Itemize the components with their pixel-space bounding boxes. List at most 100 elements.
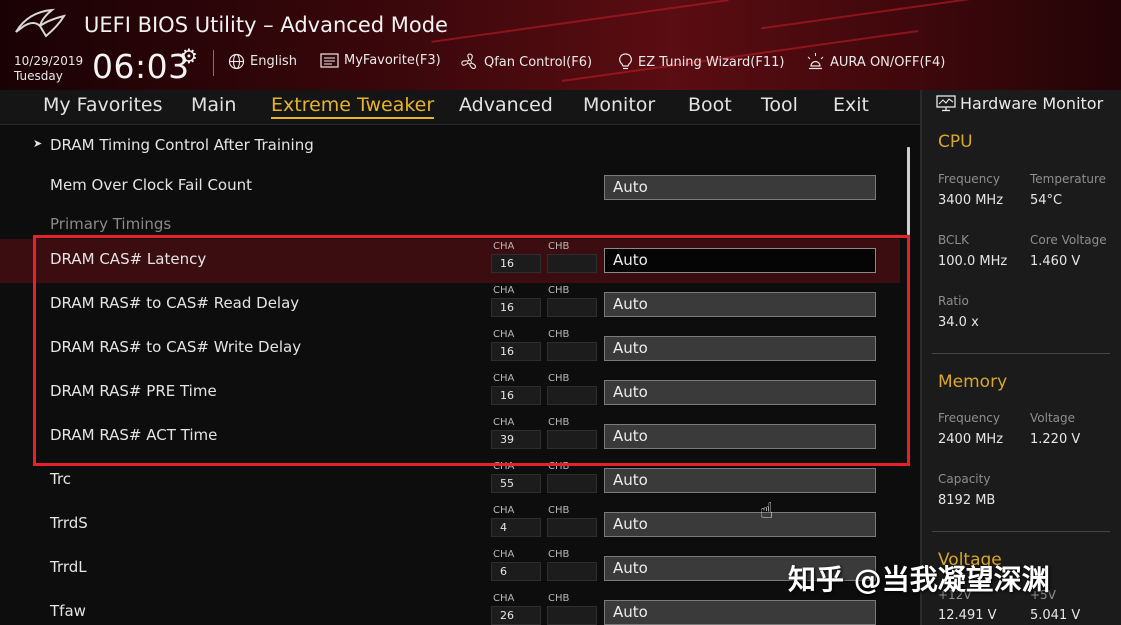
myfavorite-button[interactable]: MyFavorite(F3) [320, 53, 441, 68]
tab-main[interactable]: Main [191, 94, 236, 116]
header-decor [761, 0, 1009, 30]
chb-label: CHB [548, 285, 570, 296]
cha-value: 16 [491, 386, 541, 405]
timing-row[interactable]: DRAM RAS# PRE Time CHA CHB 16 Auto [0, 371, 900, 415]
hw-section-memory: Memory [938, 372, 1008, 392]
cha-label: CHA [493, 373, 515, 384]
chb-value [547, 518, 597, 537]
mem-capacity-label: Capacity [938, 472, 991, 486]
chb-label: CHB [548, 593, 570, 604]
cha-value: 39 [491, 430, 541, 449]
cha-value: 6 [491, 562, 541, 581]
cpu-bclk-label: BCLK [938, 233, 969, 247]
timing-row[interactable]: DRAM RAS# ACT Time CHA CHB 39 Auto [0, 415, 900, 459]
cpu-core-voltage-value: 1.460 V [1030, 254, 1081, 269]
qfan-control-label: Qfan Control(F6) [484, 54, 593, 70]
fan-icon [461, 53, 477, 70]
volt-5v-value: 5.041 V [1030, 608, 1081, 623]
header-bar: UEFI BIOS Utility – Advanced Mode 10/29/… [0, 0, 1121, 90]
tab-my-favorites[interactable]: My Favorites [43, 94, 163, 116]
timing-value-field[interactable]: Auto [604, 512, 876, 537]
ez-tuning-wizard-label: EZ Tuning Wizard(F11) [638, 54, 785, 70]
aura-light-icon [807, 53, 824, 70]
cha-label: CHA [493, 285, 515, 296]
timing-row[interactable]: TrrdL CHA CHB 6 Auto [0, 547, 900, 591]
settings-panel: ➤ DRAM Timing Control After Training Mem… [0, 125, 920, 625]
timing-label: Trc [50, 470, 72, 488]
chb-value [547, 298, 597, 317]
chb-value [547, 474, 597, 493]
timing-value-field[interactable]: Auto [604, 336, 876, 361]
aura-toggle-label: AURA ON/OFF(F4) [830, 54, 946, 70]
qfan-control-button[interactable]: Qfan Control(F6) [460, 53, 592, 71]
chb-value [547, 254, 597, 273]
tab-boot[interactable]: Boot [688, 94, 732, 116]
tab-tool[interactable]: Tool [761, 94, 798, 116]
watermark: 知乎 @当我凝望深渊 [788, 563, 1050, 596]
cha-value: 4 [491, 518, 541, 537]
chb-value [547, 386, 597, 405]
cha-label: CHA [493, 505, 515, 516]
weekday-display: Tuesday [14, 69, 63, 83]
chb-label: CHB [548, 461, 570, 472]
cpu-bclk-value: 100.0 MHz [938, 254, 1008, 269]
mem-frequency-value: 2400 MHz [938, 432, 1004, 447]
timing-row[interactable]: DRAM RAS# to CAS# Write Delay CHA CHB 16… [0, 327, 900, 371]
chb-label: CHB [548, 505, 570, 516]
cpu-frequency-value: 3400 MHz [938, 193, 1004, 208]
language-button[interactable]: English [228, 53, 297, 70]
hardware-monitor-panel: Hardware Monitor CPU Frequency Temperatu… [920, 90, 1121, 625]
tab-exit[interactable]: Exit [833, 94, 869, 116]
cha-value: 16 [491, 342, 541, 361]
tab-extreme-tweaker[interactable]: Extreme Tweaker [271, 94, 435, 119]
chb-value [547, 430, 597, 449]
header-divider [213, 50, 214, 76]
cha-value: 16 [491, 298, 541, 317]
timing-row[interactable]: DRAM CAS# Latency CHA CHB 16 Auto [0, 239, 900, 283]
mem-capacity-value: 8192 MB [938, 493, 996, 508]
timing-label: DRAM RAS# to CAS# Write Delay [50, 338, 302, 356]
setting-row-fail-count[interactable]: Mem Over Clock Fail Count Auto [0, 165, 900, 209]
header-decor [431, 0, 729, 43]
cha-value: 16 [491, 254, 541, 273]
setting-label: Mem Over Clock Fail Count [50, 176, 253, 194]
timing-value-field[interactable]: Auto [604, 248, 876, 273]
chb-value [547, 606, 597, 625]
tab-advanced[interactable]: Advanced [459, 94, 553, 116]
cpu-ratio-label: Ratio [938, 294, 969, 308]
app-title: UEFI BIOS Utility – Advanced Mode [84, 13, 448, 37]
cha-label: CHA [493, 241, 515, 252]
cha-label: CHA [493, 417, 515, 428]
cha-value: 55 [491, 474, 541, 493]
timing-value-field[interactable]: Auto [604, 424, 876, 449]
cpu-core-voltage-label: Core Voltage [1030, 233, 1107, 247]
monitor-icon [936, 95, 956, 112]
chb-value [547, 562, 597, 581]
timing-label: TrrdS [50, 514, 88, 532]
cpu-temperature-value: 54°C [1030, 193, 1063, 208]
chb-label: CHB [548, 417, 570, 428]
scrollbar-thumb[interactable] [907, 147, 910, 235]
timing-value-field[interactable]: Auto [604, 380, 876, 405]
mem-voltage-value: 1.220 V [1030, 432, 1081, 447]
mem-voltage-label: Voltage [1030, 411, 1076, 425]
language-label: English [250, 54, 297, 69]
myfavorite-label: MyFavorite(F3) [344, 53, 441, 68]
timing-value-field[interactable]: Auto [604, 468, 876, 493]
timing-row[interactable]: Trc CHA CHB 55 Auto [0, 459, 900, 503]
cha-label: CHA [493, 461, 515, 472]
timing-value-field[interactable]: Auto [604, 292, 876, 317]
setting-value-field[interactable]: Auto [604, 175, 876, 200]
clock-display: 06:03 [92, 47, 190, 86]
hw-monitor-title: Hardware Monitor [960, 94, 1104, 113]
submenu-dram-timing-after-training[interactable]: ➤ DRAM Timing Control After Training [0, 125, 900, 169]
ez-tuning-wizard-button[interactable]: EZ Tuning Wizard(F11) [618, 53, 784, 71]
timing-row[interactable]: Tfaw CHA CHB 26 Auto [0, 591, 900, 625]
chb-label: CHB [548, 373, 570, 384]
timing-value-field[interactable]: Auto [604, 600, 876, 625]
gear-icon[interactable]: ⚙ [180, 44, 198, 68]
tab-monitor[interactable]: Monitor [583, 94, 655, 116]
timing-row[interactable]: DRAM RAS# to CAS# Read Delay CHA CHB 16 … [0, 283, 900, 327]
aura-toggle-button[interactable]: AURA ON/OFF(F4) [806, 53, 945, 71]
chb-label: CHB [548, 549, 570, 560]
